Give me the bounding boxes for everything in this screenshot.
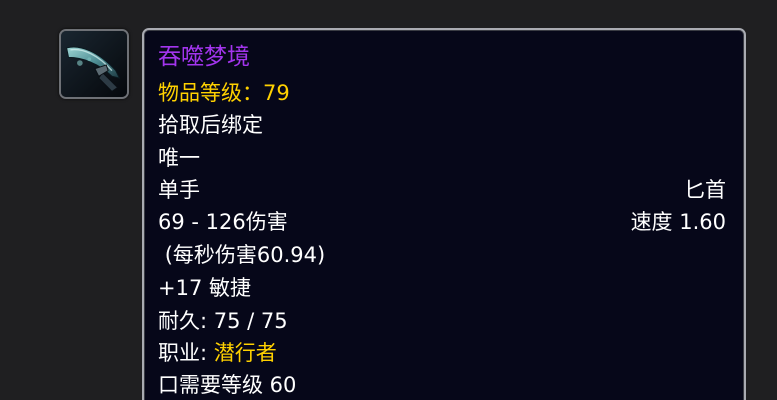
durability-text: 耐久: 75 / 75 xyxy=(158,309,288,333)
item-tooltip-scene: 吞噬梦境 物品等级：79 拾取后绑定 唯一 单手 匕首 69 - 126伤害 速… xyxy=(0,0,777,400)
class-requirement: 职业: 潜行者 xyxy=(158,338,726,368)
class-label: 职业: xyxy=(158,341,214,365)
item-level: 物品等级：79 xyxy=(158,78,726,108)
dps-value: (每秒伤害60.94) xyxy=(164,243,326,267)
dagger-icon-graphic xyxy=(61,31,127,97)
item-level-value: 79 xyxy=(263,81,290,105)
level-requirement-text: 口需要等级 60 xyxy=(158,373,297,397)
damage-text: 69 - 126伤害 xyxy=(158,210,288,234)
dps-text: (每秒伤害60.94) xyxy=(158,240,726,270)
item-name: 吞噬梦境 xyxy=(158,44,250,70)
item-tooltip: 吞噬梦境 物品等级：79 拾取后绑定 唯一 单手 匕首 69 - 126伤害 速… xyxy=(142,28,746,400)
slot-text: 单手 xyxy=(158,178,200,202)
item-level-label: 物品等级： xyxy=(158,81,263,105)
dagger-icon[interactable] xyxy=(59,29,129,99)
damage-row: 69 - 126伤害 速度 1.60 xyxy=(158,207,726,237)
class-value: 潜行者 xyxy=(213,341,277,365)
stat-text: +17 敏捷 xyxy=(158,276,251,300)
binding-text: 拾取后绑定 xyxy=(158,113,263,137)
slot-row: 单手 匕首 xyxy=(158,175,726,205)
weapon-type-text: 匕首 xyxy=(684,178,726,202)
unique-text: 唯一 xyxy=(158,146,200,170)
speed-text: 速度 1.60 xyxy=(630,210,726,234)
